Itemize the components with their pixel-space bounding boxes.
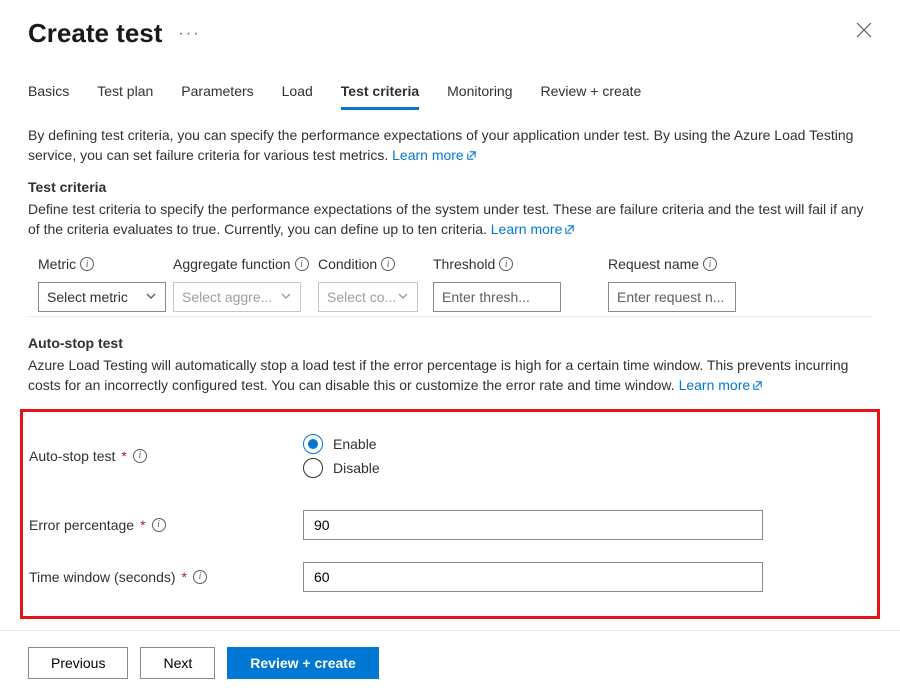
auto-stop-enable-radio[interactable] (303, 434, 323, 454)
external-link-icon (466, 146, 477, 166)
tab-basics[interactable]: Basics (28, 83, 69, 110)
col-request: Request name i (608, 256, 783, 272)
tab-review-create[interactable]: Review + create (541, 83, 642, 110)
tab-test-plan[interactable]: Test plan (97, 83, 153, 110)
intro-text: By defining test criteria, you can speci… (28, 125, 872, 167)
auto-stop-highlight: Auto-stop test * i Enable Disable Error … (20, 409, 880, 619)
tab-test-criteria[interactable]: Test criteria (341, 83, 419, 110)
test-criteria-text: Define test criteria to specify the perf… (28, 199, 872, 241)
chevron-down-icon (280, 289, 292, 305)
tab-monitoring[interactable]: Monitoring (447, 83, 512, 110)
test-criteria-body: Define test criteria to specify the perf… (28, 201, 863, 237)
threshold-input[interactable] (433, 282, 561, 312)
close-icon (856, 22, 872, 38)
test-criteria-title: Test criteria (28, 179, 872, 195)
close-button[interactable] (856, 22, 872, 41)
chevron-down-icon (145, 289, 157, 305)
auto-stop-text: Azure Load Testing will automatically st… (28, 355, 872, 397)
page-title: Create test (28, 18, 162, 49)
link-text: Learn more (679, 377, 751, 393)
intro-learn-more-link[interactable]: Learn more (392, 147, 477, 163)
more-actions-icon[interactable]: ··· (178, 25, 200, 43)
tab-parameters[interactable]: Parameters (181, 83, 253, 110)
auto-stop-label: Auto-stop test * i (29, 448, 303, 464)
info-icon[interactable]: i (381, 257, 395, 271)
metric-dropdown[interactable]: Select metric (38, 282, 166, 312)
info-icon[interactable]: i (80, 257, 94, 271)
aggregate-dropdown[interactable]: Select aggre... (173, 282, 301, 312)
info-icon[interactable]: i (295, 257, 309, 271)
auto-stop-learn-more-link[interactable]: Learn more (679, 377, 764, 393)
next-button[interactable]: Next (140, 647, 215, 679)
col-metric: Metric i (28, 256, 173, 272)
condition-dropdown[interactable]: Select co... (318, 282, 418, 312)
error-percentage-label: Error percentage * i (29, 517, 303, 533)
radio-label: Disable (333, 460, 380, 476)
info-icon[interactable]: i (133, 449, 147, 463)
request-name-input[interactable] (608, 282, 736, 312)
tabs-bar: Basics Test plan Parameters Load Test cr… (0, 57, 900, 111)
link-text: Learn more (491, 221, 563, 237)
info-icon[interactable]: i (499, 257, 513, 271)
previous-button[interactable]: Previous (28, 647, 128, 679)
footer-bar: Previous Next Review + create (0, 630, 900, 679)
time-window-input[interactable] (303, 562, 763, 592)
col-condition: Condition i (318, 256, 433, 272)
auto-stop-title: Auto-stop test (28, 335, 872, 351)
dropdown-value: Select aggre... (182, 289, 272, 305)
criteria-table-header: Metric i Aggregate function i Condition … (28, 252, 872, 278)
external-link-icon (752, 376, 763, 396)
info-icon[interactable]: i (193, 570, 207, 584)
info-icon[interactable]: i (703, 257, 717, 271)
link-text: Learn more (392, 147, 464, 163)
col-threshold: Threshold i (433, 256, 608, 272)
chevron-down-icon (397, 289, 409, 305)
info-icon[interactable]: i (152, 518, 166, 532)
radio-label: Enable (333, 436, 377, 452)
review-create-button[interactable]: Review + create (227, 647, 378, 679)
criteria-row: Select metric Select aggre... Select co.… (28, 278, 872, 317)
dropdown-value: Select metric (47, 289, 128, 305)
test-criteria-learn-more-link[interactable]: Learn more (491, 221, 576, 237)
dropdown-value: Select co... (327, 289, 396, 305)
error-percentage-input[interactable] (303, 510, 763, 540)
auto-stop-disable-radio[interactable] (303, 458, 323, 478)
col-aggregate: Aggregate function i (173, 256, 318, 272)
external-link-icon (564, 220, 575, 240)
time-window-label: Time window (seconds) * i (29, 569, 303, 585)
tab-load[interactable]: Load (282, 83, 313, 110)
